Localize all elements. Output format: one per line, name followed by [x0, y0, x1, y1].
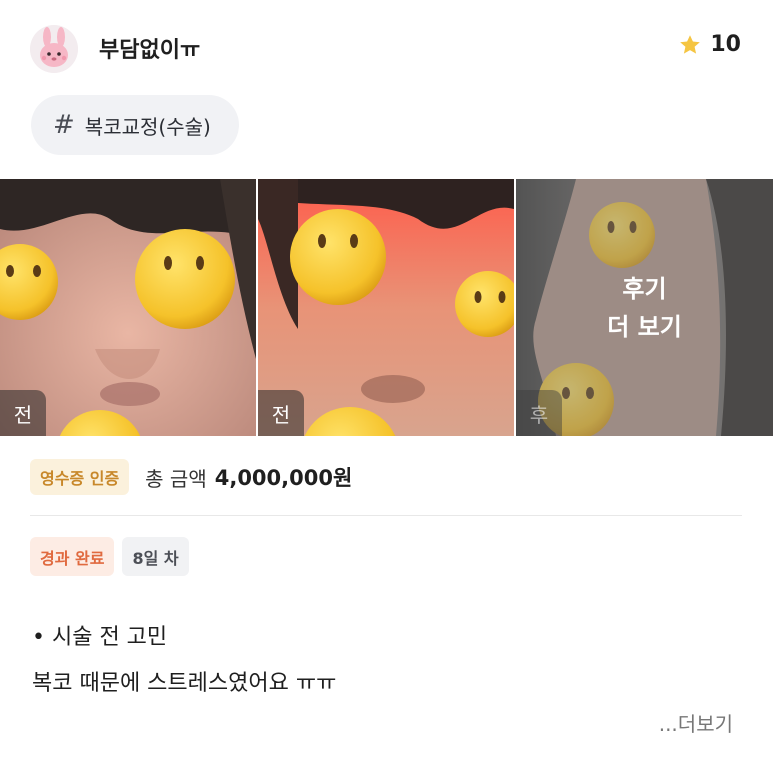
- star-icon: [680, 34, 701, 54]
- review-line-1: • 시술 전 고민: [32, 625, 168, 650]
- username[interactable]: 부담없이ㅠ: [99, 32, 200, 64]
- hashtag-icon: #: [53, 110, 75, 140]
- day-count-badge: 8일 차: [122, 537, 189, 576]
- photo-label: 전: [0, 390, 46, 436]
- procedure-tag[interactable]: # 복코교정(수술): [31, 95, 239, 155]
- rating: 10: [678, 32, 741, 57]
- price-row: 영수증 인증 총 금액 4,000,000원: [30, 459, 352, 495]
- photo-strip: 전 전 후기 더 보기 후: [0, 179, 773, 436]
- divider: [30, 515, 742, 516]
- status-row: 경과 완료 8일 차: [30, 537, 189, 576]
- pink-rabbit-avatar[interactable]: [30, 25, 78, 73]
- total-price-value: 4,000,000원: [214, 466, 353, 490]
- progress-status-badge: 경과 완료: [30, 537, 115, 576]
- review-body[interactable]: • 시술 전 고민 복코 때문에 스트레스였어요 ㅠㅠ: [32, 615, 336, 707]
- rating-value: 10: [710, 32, 741, 57]
- tag-label: 복코교정(수술): [84, 114, 211, 139]
- review-line-2: 복코 때문에 스트레스였어요 ㅠㅠ: [32, 671, 337, 696]
- review-header: 부담없이ㅠ 10: [0, 0, 773, 96]
- overlay-line-2: 더 보기: [607, 312, 682, 341]
- before-photo-1[interactable]: 전: [0, 179, 256, 436]
- photo-label: 후: [516, 390, 562, 436]
- after-photo[interactable]: 후기 더 보기 후: [516, 179, 773, 436]
- before-photo-2[interactable]: 전: [258, 179, 514, 436]
- total-price-label: 총 금액: [145, 466, 207, 491]
- see-more-link[interactable]: ...더보기: [659, 708, 733, 737]
- receipt-verified-badge: 영수증 인증: [30, 459, 130, 495]
- overlay-line-1: 후기: [622, 274, 667, 303]
- photo-label: 전: [258, 390, 304, 436]
